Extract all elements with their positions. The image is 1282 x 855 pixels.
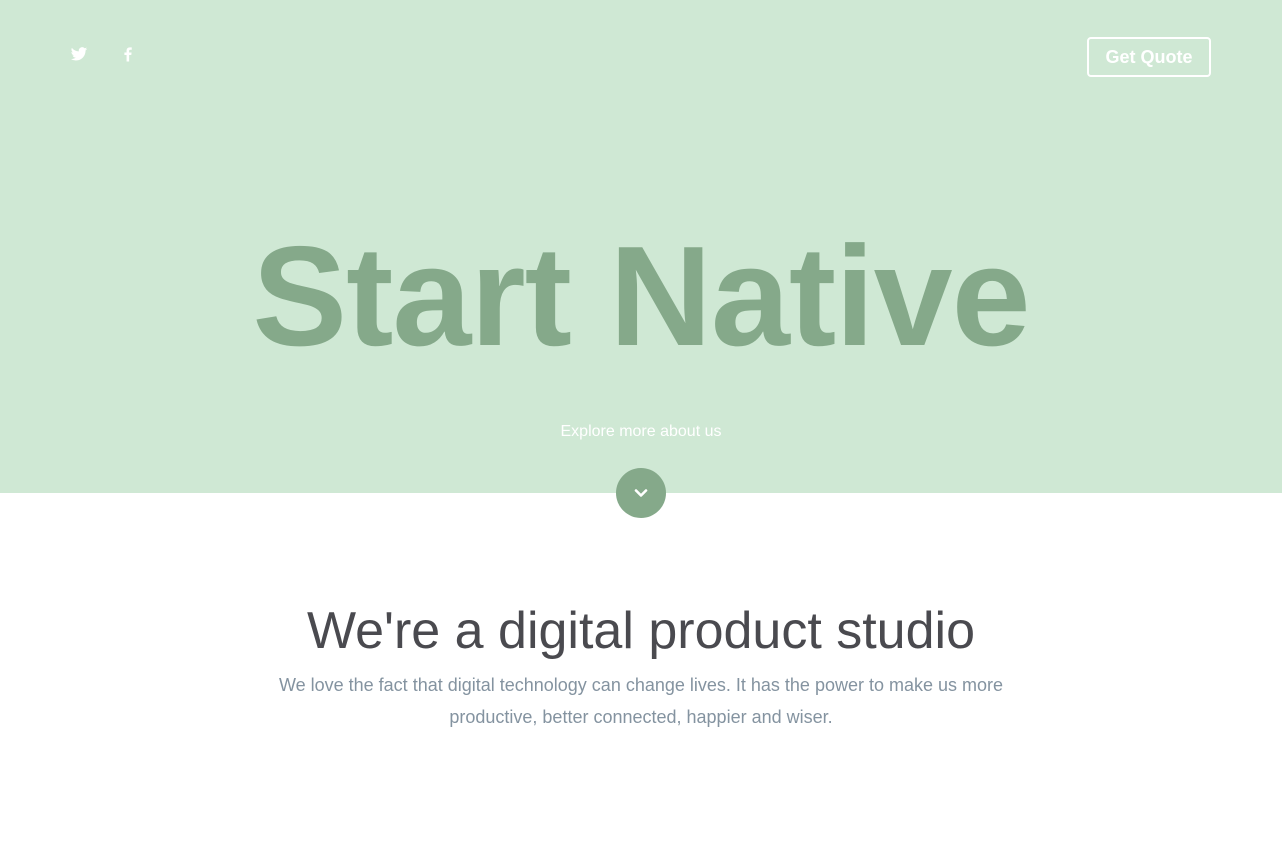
social-links	[70, 44, 137, 64]
hero-section: Get Quote Start Native Explore more abou…	[0, 0, 1282, 493]
explore-link[interactable]: Explore more about us	[0, 423, 1282, 441]
twitter-icon	[70, 47, 88, 61]
get-quote-button[interactable]: Get Quote	[1087, 37, 1211, 77]
hero-title: Start Native	[252, 217, 1030, 376]
intro-title: We're a digital product studio	[306, 602, 975, 660]
facebook-link[interactable]	[119, 44, 137, 64]
twitter-link[interactable]	[70, 44, 88, 64]
facebook-icon	[124, 47, 132, 62]
chevron-down-icon	[634, 489, 648, 497]
page: Get Quote Start Native Explore more abou…	[0, 0, 1282, 855]
intro-text: We love the fact that digital technology…	[278, 675, 1004, 727]
scroll-down-button[interactable]	[616, 468, 666, 518]
